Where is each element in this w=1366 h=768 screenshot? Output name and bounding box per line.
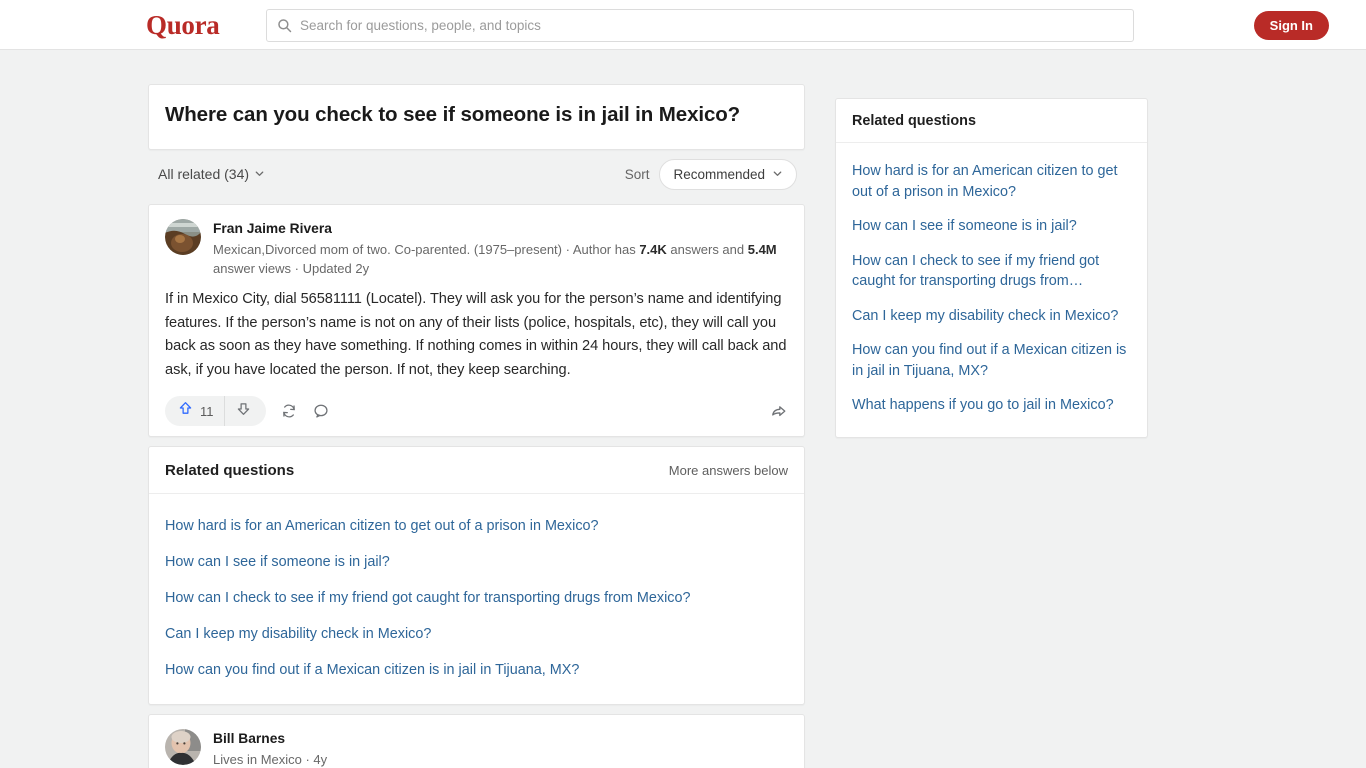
answer-author-meta: Bill Barnes Lives in Mexico · 4y — [213, 729, 788, 768]
upvote-count: 11 — [200, 403, 214, 419]
repost-icon[interactable] — [280, 402, 298, 420]
author-name[interactable]: Bill Barnes — [213, 730, 285, 747]
answer-body: If in Mexico City, dial 56581111 (Locate… — [165, 291, 787, 378]
credential-text-2: answers and — [666, 242, 748, 257]
sort-label: Sort — [624, 166, 650, 182]
avatar-photo-icon — [165, 219, 201, 255]
downvote-button[interactable] — [225, 396, 262, 426]
list-item[interactable]: Can I keep my disability check in Mexico… — [165, 616, 788, 652]
search-input[interactable] — [300, 18, 1123, 33]
list-item[interactable]: How can you find out if a Mexican citize… — [165, 652, 788, 688]
chevron-down-icon — [772, 167, 783, 182]
sort-dropdown[interactable]: Recommended — [659, 158, 797, 190]
list-item[interactable]: How hard is for an American citizen to g… — [165, 508, 788, 544]
upvote-button[interactable]: 11 — [169, 396, 225, 427]
quora-logo[interactable]: Quora — [146, 9, 220, 41]
avatar-photo-icon — [165, 729, 201, 766]
answer-author-meta: Fran Jaime Rivera Mexican,Divorced mom o… — [213, 219, 788, 278]
list-item[interactable]: Can I keep my disability check in Mexico… — [852, 299, 1131, 334]
list-item[interactable]: How can I see if someone is in jail? — [852, 209, 1131, 244]
more-answers-below-label[interactable]: More answers below — [669, 463, 788, 478]
credential-text-1: Mexican,Divorced mom of two. Co-parented… — [213, 242, 640, 257]
credential-answers-count: 7.4K — [639, 242, 667, 257]
search-icon — [277, 18, 292, 33]
list-item[interactable]: How can I check to see if my friend got … — [165, 580, 788, 616]
list-item[interactable]: What happens if you go to jail in Mexico… — [852, 388, 1131, 423]
downvote-arrow-icon — [235, 400, 252, 422]
answer-header: Bill Barnes Lives in Mexico · 4y — [165, 729, 788, 768]
list-item[interactable]: How hard is for an American citizen to g… — [852, 154, 1131, 209]
vote-pill: 11 — [165, 396, 266, 427]
page-body: Where can you check to see if someone is… — [0, 50, 1366, 768]
filter-bar: All related (34) Sort Recommended — [148, 153, 805, 195]
sort-value: Recommended — [673, 166, 765, 182]
comment-icon[interactable] — [312, 402, 330, 420]
all-related-dropdown[interactable]: All related (34) — [156, 162, 267, 186]
related-questions-title: Related questions — [165, 462, 295, 480]
sort-group: Sort Recommended — [624, 158, 797, 190]
sign-in-button[interactable]: Sign In — [1253, 11, 1329, 40]
upvote-arrow-icon — [177, 400, 194, 422]
answer-card: Fran Jaime Rivera Mexican,Divorced mom o… — [148, 204, 805, 438]
list-item[interactable]: How can I check to see if my friend got … — [852, 244, 1131, 299]
credential-views-count: 5.4M — [747, 242, 777, 257]
avatar[interactable] — [165, 219, 201, 255]
chevron-down-icon — [254, 166, 265, 182]
avatar[interactable] — [165, 729, 201, 766]
list-item[interactable]: How can you find out if a Mexican citize… — [852, 333, 1131, 388]
list-item[interactable]: How can I see if someone is in jail? — [165, 544, 788, 580]
question-card: Where can you check to see if someone is… — [148, 84, 805, 150]
answer-card: Bill Barnes Lives in Mexico · 4y You cou… — [148, 714, 805, 768]
sidebar-related-questions-card: Related questions How hard is for an Ame… — [835, 98, 1148, 438]
author-credential: Mexican,Divorced mom of two. Co-parented… — [213, 240, 788, 278]
site-header: Quora Sign In — [0, 0, 1366, 50]
answer-header: Fran Jaime Rivera Mexican,Divorced mom o… — [165, 219, 788, 278]
sidebar-list: How hard is for an American citizen to g… — [836, 143, 1147, 437]
credential-text-3: answer views · Updated 2y — [213, 261, 370, 276]
page-title: Where can you check to see if someone is… — [165, 103, 741, 126]
related-questions-card: Related questions More answers below How… — [148, 446, 805, 706]
related-questions-list: How hard is for an American citizen to g… — [149, 494, 804, 704]
main-column: Where can you check to see if someone is… — [148, 84, 805, 768]
answer-actions-left: 11 — [165, 396, 330, 427]
sidebar: Related questions How hard is for an Ame… — [835, 98, 1148, 438]
sidebar-title: Related questions — [836, 99, 1147, 143]
all-related-label: All related (34) — [158, 166, 250, 182]
related-questions-header: Related questions More answers below — [149, 447, 804, 495]
author-credential: Lives in Mexico · 4y — [213, 752, 328, 768]
search-bar[interactable] — [266, 9, 1134, 42]
share-icon[interactable] — [769, 402, 788, 421]
author-name[interactable]: Fran Jaime Rivera — [213, 220, 332, 237]
answer-actions: 11 — [165, 394, 788, 428]
